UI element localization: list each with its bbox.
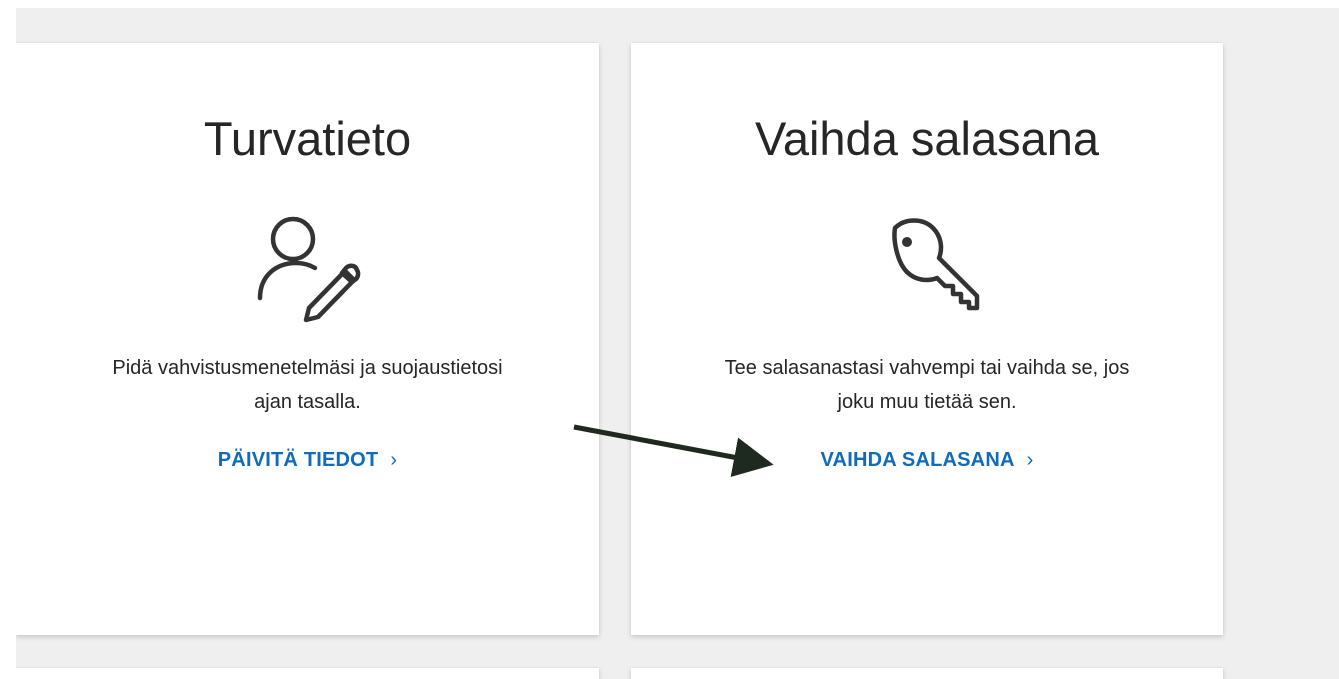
card-partial [631, 668, 1223, 679]
chevron-right-icon: › [390, 449, 398, 471]
description-line: joku muu tietää sen. [837, 391, 1017, 413]
user-edit-icon [246, 206, 370, 331]
card-description: Tee salasanastasi vahvempi tai vaihda se… [661, 351, 1193, 419]
card-description: Pidä vahvistusmenetelmäsi ja suojaustiet… [46, 351, 569, 419]
change-password-card: Vaihda salasana Tee salasanastasi vahvem… [631, 43, 1223, 635]
card-title: Vaihda salasana [754, 112, 1100, 165]
page-background: Turvatieto Pidä vahvistusmenetelmäsi ja … [16, 8, 1339, 679]
description-line: ajan tasalla. [254, 391, 361, 413]
card-title: Turvatieto [203, 112, 412, 165]
change-password-link[interactable]: VAIHDA SALASANA › [631, 449, 1223, 472]
key-icon [865, 206, 989, 335]
link-label: PÄIVITÄ TIEDOT [217, 449, 379, 471]
update-info-link[interactable]: PÄIVITÄ TIEDOT › [16, 449, 599, 472]
chevron-right-icon: › [1026, 449, 1034, 471]
description-line: Tee salasanastasi vahvempi tai vaihda se… [724, 357, 1130, 379]
card-partial [16, 668, 599, 679]
security-info-card: Turvatieto Pidä vahvistusmenetelmäsi ja … [16, 43, 599, 635]
link-label: VAIHDA SALASANA [820, 449, 1015, 471]
description-line: Pidä vahvistusmenetelmäsi ja suojaustiet… [112, 357, 503, 379]
